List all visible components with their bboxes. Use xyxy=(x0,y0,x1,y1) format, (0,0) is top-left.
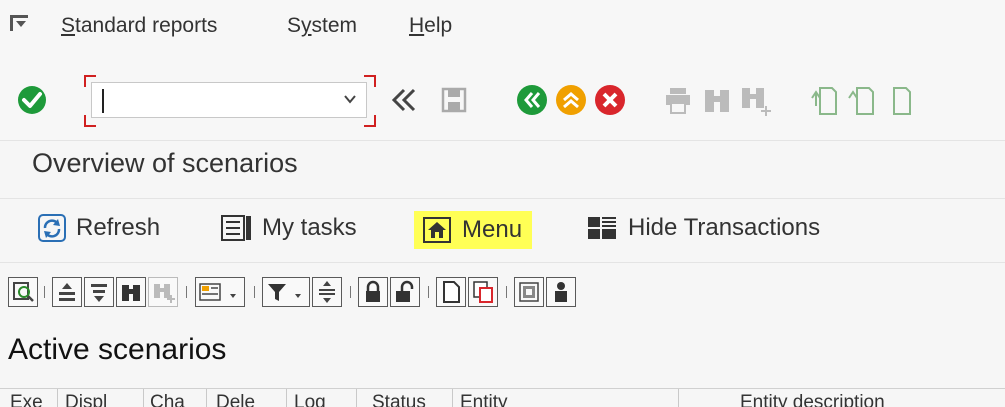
menu-help[interactable]: Help xyxy=(409,14,452,38)
find-next-button[interactable] xyxy=(148,277,178,307)
toolbar-separator xyxy=(350,286,351,298)
divider xyxy=(0,262,1005,263)
save-icon[interactable] xyxy=(436,82,472,118)
find-next-icon xyxy=(154,284,175,303)
new-document-button[interactable] xyxy=(436,277,466,307)
next-page-icon[interactable] xyxy=(884,82,920,118)
column-divider[interactable] xyxy=(452,389,453,407)
subtotal-button[interactable] xyxy=(312,277,342,307)
mnemonic-letter: y xyxy=(301,14,312,37)
details-icon xyxy=(13,282,34,302)
print-icon[interactable] xyxy=(660,82,696,118)
binoculars-icon xyxy=(122,285,140,301)
hide-transactions-label: Hide Transactions xyxy=(628,214,821,241)
column-divider[interactable] xyxy=(356,389,357,407)
find-button[interactable] xyxy=(116,277,146,307)
menu-help-label: Help xyxy=(409,14,453,37)
column-header[interactable]: Exe xyxy=(10,392,43,407)
chevron-down-icon[interactable] xyxy=(342,91,358,107)
command-field[interactable] xyxy=(91,82,367,118)
select-layout-icon xyxy=(199,283,236,301)
command-input[interactable] xyxy=(100,87,334,115)
find-icon[interactable] xyxy=(699,82,735,118)
column-header[interactable]: Log xyxy=(294,392,326,407)
find-next-icon[interactable] xyxy=(738,82,774,118)
back-double-icon[interactable] xyxy=(386,82,422,118)
copy-button[interactable] xyxy=(468,277,498,307)
refresh-icon xyxy=(38,214,66,242)
unlock-icon xyxy=(396,280,414,302)
toolbar-separator xyxy=(428,286,429,298)
refresh-label: Refresh xyxy=(76,214,161,241)
details-button[interactable] xyxy=(8,277,38,307)
task-list-icon xyxy=(221,215,251,241)
menu-toggle-icon[interactable] xyxy=(10,15,28,31)
column-header[interactable]: Entity description xyxy=(740,392,885,407)
grid-settings-button[interactable] xyxy=(514,277,544,307)
menu-label: Menu xyxy=(462,216,523,243)
copy-icon xyxy=(473,281,493,303)
menu-standard-reports[interactable]: Standard reports xyxy=(61,14,217,38)
back-icon[interactable] xyxy=(514,82,550,118)
hide-transactions-button[interactable]: Hide Transactions xyxy=(586,206,820,250)
filter-button[interactable] xyxy=(262,277,310,307)
mnemonic-letter: H xyxy=(409,14,425,37)
my-tasks-label: My tasks xyxy=(262,214,357,241)
command-field-wrapper xyxy=(84,75,376,127)
toolbar-separator xyxy=(506,286,507,298)
divider xyxy=(0,198,1005,199)
column-header[interactable]: Status xyxy=(372,392,426,407)
cancel-icon[interactable] xyxy=(592,82,628,118)
user-button[interactable] xyxy=(546,277,576,307)
first-page-icon[interactable] xyxy=(806,82,842,118)
sort-descending-button[interactable] xyxy=(84,277,114,307)
page-title: Overview of scenarios xyxy=(32,148,298,178)
filter-icon xyxy=(268,284,301,301)
enter-icon[interactable] xyxy=(14,82,50,118)
user-icon xyxy=(555,282,567,302)
home-icon xyxy=(423,217,451,243)
column-header[interactable]: Displ xyxy=(65,392,107,407)
column-header[interactable]: Cha xyxy=(150,392,185,407)
menu-button[interactable]: Menu xyxy=(414,211,533,249)
column-divider[interactable] xyxy=(57,389,58,407)
my-tasks-button[interactable]: My tasks xyxy=(220,206,357,250)
table-header: Exe Displ Cha Dele Log Status Entity Ent… xyxy=(0,388,1005,407)
toolbar-separator xyxy=(44,286,45,298)
grid-settings-icon xyxy=(519,282,539,302)
column-divider[interactable] xyxy=(678,389,679,407)
menu-bar: Standard reports System Help xyxy=(0,0,1005,58)
set-filter-menu-button[interactable] xyxy=(195,277,245,307)
mnemonic-letter: S xyxy=(61,14,76,37)
previous-page-icon[interactable] xyxy=(845,82,881,118)
refresh-button[interactable]: Refresh xyxy=(36,206,160,250)
column-divider[interactable] xyxy=(143,389,144,407)
column-divider[interactable] xyxy=(286,389,287,407)
section-title: Active scenarios xyxy=(8,333,227,366)
divider xyxy=(0,140,1005,141)
unlock-button[interactable] xyxy=(390,277,420,307)
lock-icon xyxy=(366,280,380,302)
subtotal-icon xyxy=(319,281,335,303)
menu-system-label: System xyxy=(287,14,358,37)
column-header[interactable]: Entity xyxy=(460,392,508,407)
menu-system[interactable]: System xyxy=(287,14,357,38)
sort-ascending-button[interactable] xyxy=(52,277,82,307)
sort-descending-icon xyxy=(91,284,107,302)
toolbar-separator xyxy=(254,286,255,298)
hide-transactions-icon xyxy=(588,217,616,239)
column-divider[interactable] xyxy=(206,389,207,407)
menu-standard-reports-label: Standard reports xyxy=(61,14,218,37)
new-document-icon xyxy=(443,281,460,303)
text-caret xyxy=(102,89,104,113)
column-header[interactable]: Dele xyxy=(216,392,255,407)
lock-button[interactable] xyxy=(358,277,388,307)
toolbar-separator xyxy=(186,286,187,298)
sort-ascending-icon xyxy=(59,283,75,301)
exit-icon[interactable] xyxy=(553,82,589,118)
